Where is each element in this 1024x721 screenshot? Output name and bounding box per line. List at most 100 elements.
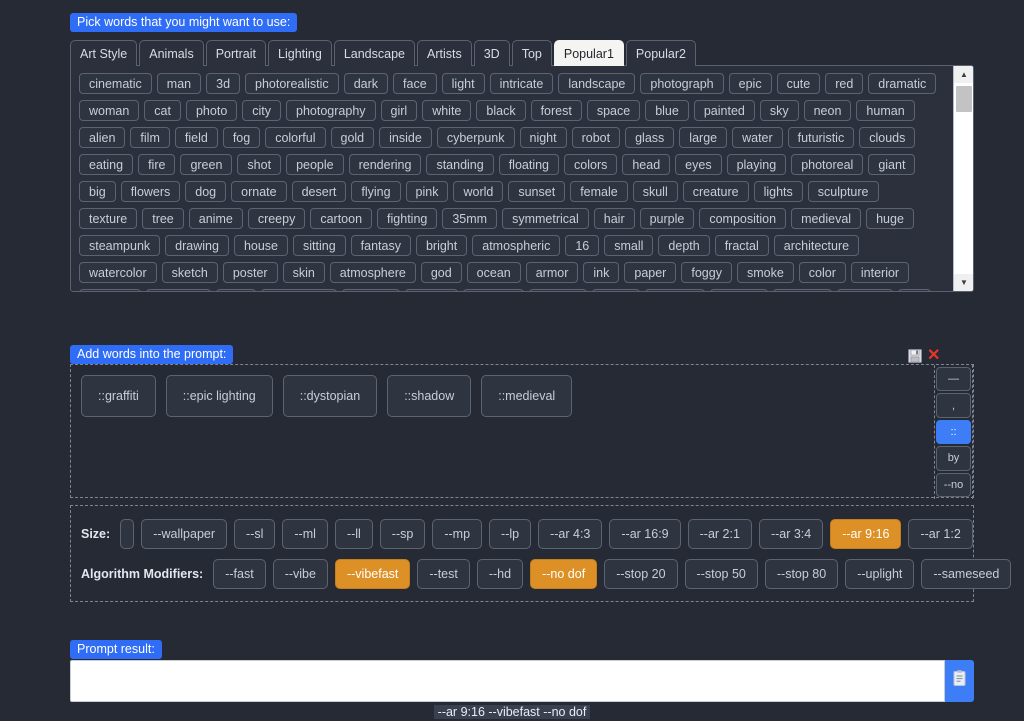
word-chip[interactable]: cute [777, 73, 821, 94]
word-chip[interactable]: render [837, 289, 893, 292]
by-separator[interactable]: by [936, 446, 971, 470]
word-chip[interactable]: eyes [675, 154, 721, 175]
word-chip[interactable]: ancient [645, 289, 705, 292]
prompt-word-chip[interactable]: ::epic lighting [166, 375, 273, 417]
word-chip[interactable]: 16 [565, 235, 599, 256]
word-chip[interactable]: city [242, 100, 281, 121]
word-chip[interactable]: clouds [859, 127, 915, 148]
word-chip[interactable]: water [732, 127, 783, 148]
word-chip[interactable]: dramatic [868, 73, 936, 94]
size-option-ar-1-2[interactable]: --ar 1:2 [908, 519, 972, 549]
word-chip[interactable]: ornate [231, 181, 286, 202]
tab-top[interactable]: Top [512, 40, 552, 66]
algo-option-vibefast[interactable]: --vibefast [335, 559, 410, 589]
prompt-word-chip[interactable]: ::dystopian [283, 375, 377, 417]
word-chip[interactable]: sky [760, 100, 799, 121]
algo-option-uplight[interactable]: --uplight [845, 559, 914, 589]
size-option-ar-2-1[interactable]: --ar 2:1 [688, 519, 752, 549]
word-chip[interactable]: skull [633, 181, 678, 202]
word-chip[interactable]: lights [754, 181, 803, 202]
word-chip[interactable]: futuristic [788, 127, 855, 148]
word-chip[interactable]: tree [142, 208, 184, 229]
size-option-sl[interactable]: --sl [234, 519, 275, 549]
word-chip[interactable]: field [175, 127, 218, 148]
prompt-word-chip[interactable]: ::medieval [481, 375, 572, 417]
scroll-up-arrow-icon[interactable]: ▲ [954, 66, 974, 83]
word-chip[interactable]: pixar [592, 289, 639, 292]
tab-landscape[interactable]: Landscape [334, 40, 415, 66]
word-chip[interactable]: vintage [463, 289, 523, 292]
word-chip[interactable]: atmosphere [330, 262, 416, 283]
word-chip[interactable]: 3d [206, 73, 240, 94]
word-chip[interactable]: girl [381, 100, 418, 121]
word-chip[interactable]: foggy [681, 262, 732, 283]
word-chip[interactable]: large [679, 127, 727, 148]
scroll-down-arrow-icon[interactable]: ▼ [954, 274, 974, 291]
word-chip[interactable]: sculpture [808, 181, 879, 202]
word-chip[interactable]: people [286, 154, 344, 175]
word-chip[interactable]: abstract [146, 289, 210, 292]
prompt-word-chip[interactable]: ::graffiti [81, 375, 156, 417]
word-chip[interactable]: skin [283, 262, 325, 283]
algo-option-fast[interactable]: --fast [213, 559, 265, 589]
word-chip[interactable]: photo [186, 100, 237, 121]
word-chip[interactable]: ink [583, 262, 619, 283]
word-chip[interactable]: huge [866, 208, 914, 229]
word-chip[interactable]: man [157, 73, 201, 94]
word-chip[interactable]: fighting [377, 208, 437, 229]
word-chip[interactable]: hair [594, 208, 635, 229]
word-chip[interactable]: woman [79, 100, 139, 121]
word-chip[interactable]: creature [683, 181, 749, 202]
word-chip[interactable]: female [570, 181, 628, 202]
algo-option-sameseed[interactable]: --sameseed [921, 559, 1011, 589]
word-chip[interactable]: robot [572, 127, 621, 148]
word-chip[interactable]: texture [79, 208, 137, 229]
size-option-ml[interactable]: --ml [282, 519, 328, 549]
word-chip[interactable]: portrait [773, 289, 832, 292]
word-chip[interactable]: symmetrical [502, 208, 589, 229]
word-chip[interactable]: sketch [162, 262, 218, 283]
word-chip[interactable]: cyberpunk [437, 127, 515, 148]
word-chip[interactable]: atmospheric [472, 235, 560, 256]
word-chip[interactable]: creepy [248, 208, 306, 229]
word-chip[interactable]: inside [379, 127, 432, 148]
word-chip[interactable]: desert [292, 181, 347, 202]
word-chip[interactable]: god [421, 262, 462, 283]
word-chip[interactable]: cat [144, 100, 181, 121]
word-chip[interactable]: surreal [710, 289, 768, 292]
word-chip[interactable]: purple [640, 208, 695, 229]
word-chip[interactable]: moody [342, 289, 400, 292]
word-chip[interactable]: gold [331, 127, 375, 148]
size-option-ar-16-9[interactable]: --ar 16:9 [609, 519, 680, 549]
tab-lighting[interactable]: Lighting [268, 40, 332, 66]
double-colon-separator[interactable]: :: [936, 420, 971, 444]
word-chip[interactable]: steampunk [79, 235, 160, 256]
prompt-result-input[interactable] [70, 660, 945, 702]
close-icon[interactable]: ✕ [927, 349, 940, 363]
words-scrollbar[interactable]: ▲ ▼ [953, 66, 973, 291]
word-chip[interactable]: spaceship [261, 289, 337, 292]
tab-art-style[interactable]: Art Style [70, 40, 137, 66]
word-chip[interactable]: sitting [293, 235, 346, 256]
word-chip[interactable]: giant [868, 154, 915, 175]
word-chip[interactable]: medieval [791, 208, 861, 229]
scrollbar-thumb[interactable] [956, 86, 972, 112]
word-chip[interactable]: standing [426, 154, 493, 175]
word-chip[interactable]: green [180, 154, 232, 175]
tab-popular2[interactable]: Popular2 [626, 40, 696, 66]
tab-3d[interactable]: 3D [474, 40, 510, 66]
word-chip[interactable]: big [79, 181, 116, 202]
word-chip[interactable]: alien [79, 127, 125, 148]
word-chip[interactable]: photograph [640, 73, 723, 94]
algo-option-stop-50[interactable]: --stop 50 [685, 559, 758, 589]
word-chip[interactable]: composition [699, 208, 786, 229]
algo-option-hd[interactable]: --hd [477, 559, 523, 589]
word-chip[interactable]: architecture [774, 235, 859, 256]
word-chip[interactable]: depth [658, 235, 709, 256]
word-chip[interactable]: fractal [715, 235, 769, 256]
tab-artists[interactable]: Artists [417, 40, 472, 66]
word-chip[interactable]: night [520, 127, 567, 148]
size-option-ll[interactable]: --ll [335, 519, 373, 549]
word-chip[interactable]: flying [351, 181, 400, 202]
size-option-wallpaper[interactable]: --wallpaper [141, 519, 227, 549]
